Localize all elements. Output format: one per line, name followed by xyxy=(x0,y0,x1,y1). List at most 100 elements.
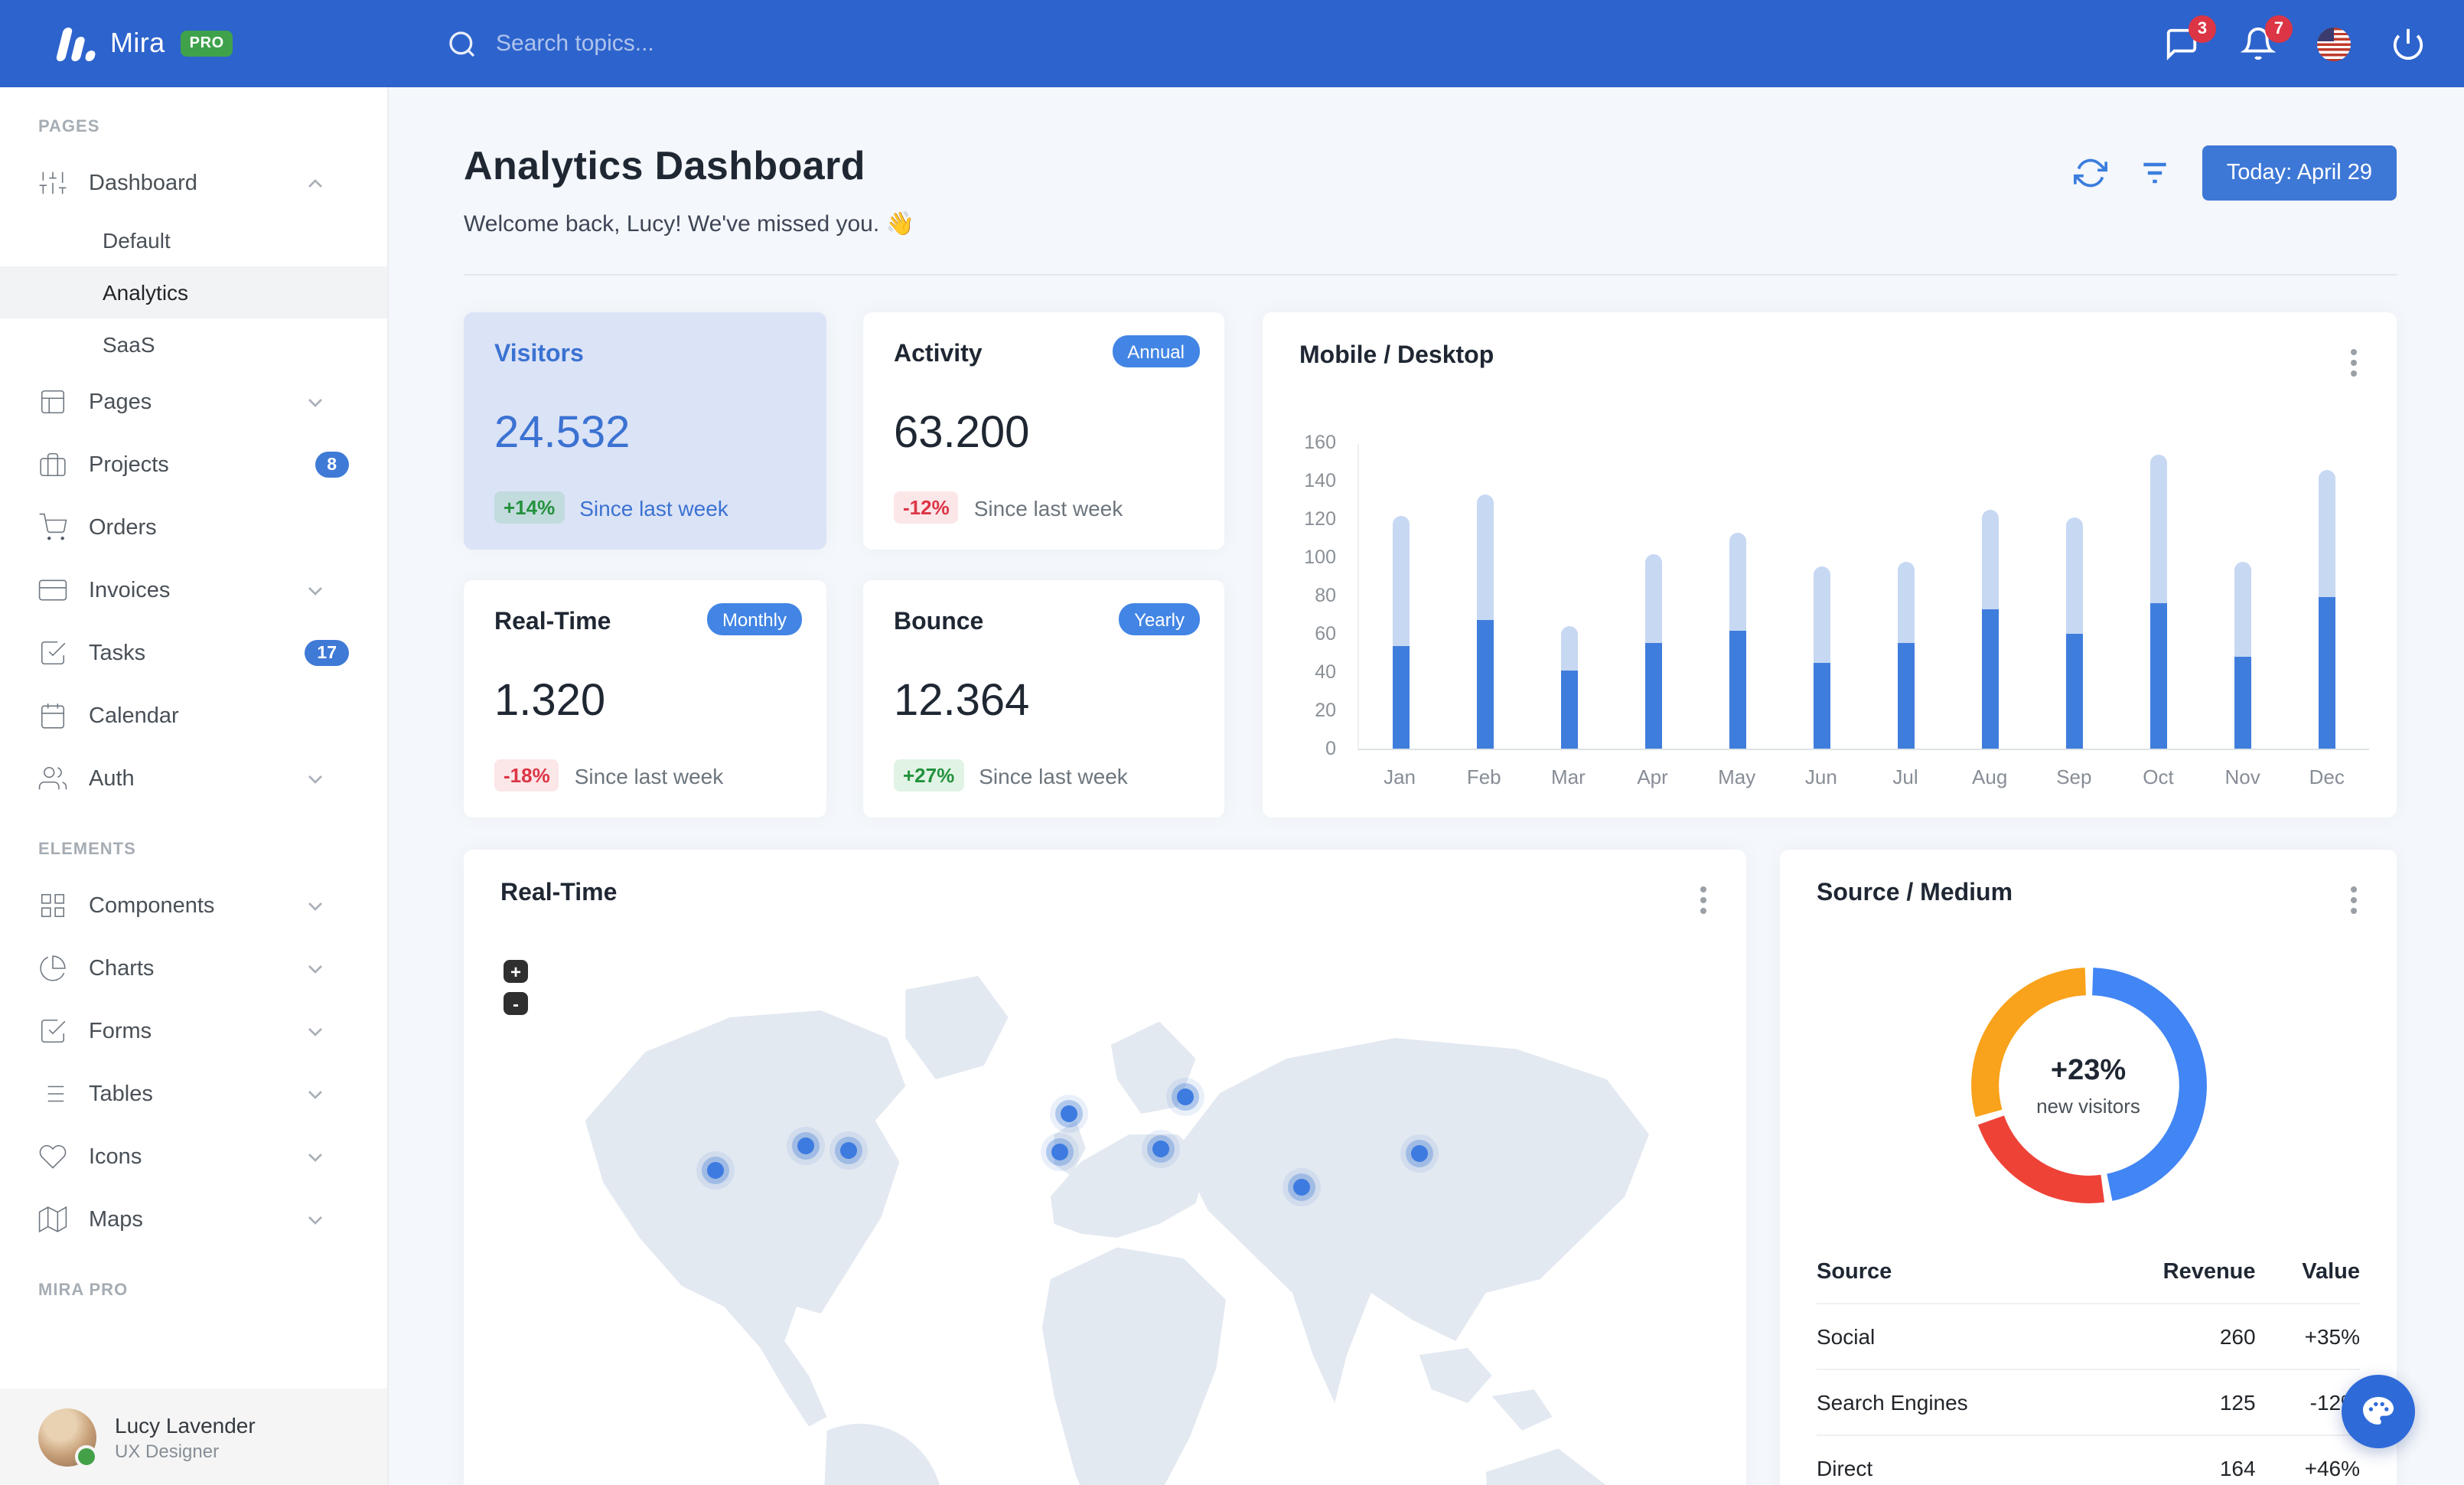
x-tick-label: Feb xyxy=(1466,765,1501,788)
palette-icon xyxy=(2363,1397,2394,1425)
sidebar-item-maps[interactable]: Maps xyxy=(0,1188,387,1251)
sidebar-item-forms[interactable]: Forms xyxy=(0,1000,387,1062)
refresh-icon[interactable] xyxy=(2073,156,2107,190)
sidebar-item-saas[interactable]: SaaS xyxy=(0,318,387,370)
bar-group xyxy=(1948,509,2032,749)
x-tick-label: Jun xyxy=(1804,765,1837,788)
pro-badge: PRO xyxy=(180,31,233,57)
more-options-icon[interactable] xyxy=(2348,880,2360,920)
messages-count-badge: 3 xyxy=(2189,15,2216,42)
sidebar-item-invoices[interactable]: Invoices xyxy=(0,559,387,622)
map-marker[interactable] xyxy=(1152,1141,1169,1157)
column-header-revenue: Revenue xyxy=(2163,1260,2256,1284)
chevron-down-icon xyxy=(308,586,323,595)
stat-card-realtime: Real-Time Monthly 1.320 -18% Since last … xyxy=(464,580,826,818)
theme-settings-button[interactable] xyxy=(2342,1375,2415,1448)
projects-count-badge: 8 xyxy=(315,452,349,478)
bar-group xyxy=(1527,626,1612,749)
notifications-button[interactable]: 7 xyxy=(2241,15,2293,62)
x-tick-label: Dec xyxy=(2309,765,2345,788)
x-tick-label: May xyxy=(1718,765,1756,788)
date-range-button[interactable]: Today: April 29 xyxy=(2202,145,2397,201)
sidebar-item-pages[interactable]: Pages xyxy=(0,370,387,433)
user-name: Lucy Lavender xyxy=(115,1412,256,1437)
bar-group xyxy=(1780,566,1864,749)
sidebar-item-orders[interactable]: Orders xyxy=(0,496,387,559)
credit-card-icon xyxy=(38,579,67,601)
sidebar-item-default[interactable]: Default xyxy=(0,214,387,266)
brand-name: Mira xyxy=(110,28,165,58)
sidebar-item-components[interactable]: Components xyxy=(0,874,387,937)
sidebar-item-auth[interactable]: Auth xyxy=(0,747,387,810)
avatar xyxy=(38,1408,98,1467)
stat-value: 1.320 xyxy=(494,677,606,726)
sidebar-item-icons[interactable]: Icons xyxy=(0,1125,387,1188)
more-options-icon[interactable] xyxy=(2348,343,2360,383)
app-root: Mira PRO 3 7 Pages Dashboard xyxy=(0,0,2464,1485)
header-actions: Today: April 29 xyxy=(2073,145,2397,201)
power-icon xyxy=(2393,26,2423,60)
sidebar-user[interactable]: Lucy Lavender UX Designer xyxy=(0,1389,387,1485)
brand[interactable]: Mira PRO xyxy=(0,27,389,60)
period-pill[interactable]: Yearly xyxy=(1119,603,1200,635)
calendar-icon xyxy=(41,703,65,729)
pie-chart-icon xyxy=(40,955,66,981)
map-zoom-in-button[interactable]: + xyxy=(504,960,528,983)
layout-icon xyxy=(41,390,65,414)
sidebar-item-charts[interactable]: Charts xyxy=(0,937,387,1000)
table-row: Social 260 +35% xyxy=(1817,1303,2360,1369)
sign-out-button[interactable] xyxy=(2391,25,2427,62)
bar-group xyxy=(1864,561,1948,749)
language-flag-us[interactable] xyxy=(2317,27,2351,60)
delta-badge: -12% xyxy=(894,491,959,524)
filter-icon[interactable] xyxy=(2138,156,2172,190)
realtime-map-card: Real-Time + - xyxy=(464,850,1746,1485)
bar-group xyxy=(1443,494,1527,749)
delta-badge: +27% xyxy=(894,759,964,791)
stat-value: 63.200 xyxy=(894,409,1030,458)
bar-group xyxy=(1359,515,1443,749)
map-zoom-out-button[interactable]: - xyxy=(504,992,528,1015)
period-pill[interactable]: Monthly xyxy=(706,603,802,635)
main-content: Analytics Dashboard Welcome back, Lucy! … xyxy=(389,87,2464,1485)
stat-value: 24.532 xyxy=(494,409,631,458)
sidebar-item-projects[interactable]: Projects 8 xyxy=(0,433,387,496)
map-marker[interactable] xyxy=(706,1161,724,1179)
map-marker[interactable] xyxy=(1060,1105,1077,1122)
top-row: Visitors 24.532 +14% Since last week Act… xyxy=(464,312,2397,818)
bar-chart-y-axis: 0 20 40 60 80 100 120 140 160 xyxy=(1299,432,1345,759)
map-icon xyxy=(38,1206,67,1232)
check-square-icon xyxy=(41,1019,66,1043)
sidebar-item-analytics[interactable]: Analytics xyxy=(0,266,387,318)
y-tick-label: 40 xyxy=(1315,661,1336,683)
user-role: UX Designer xyxy=(115,1440,220,1461)
sidebar-item-dashboard[interactable]: Dashboard xyxy=(0,152,387,214)
table-row: Direct 164 +46% xyxy=(1817,1434,2360,1485)
search-input[interactable] xyxy=(496,31,955,57)
sliders-icon xyxy=(38,171,67,195)
map-marker[interactable] xyxy=(797,1137,815,1154)
more-options-icon[interactable] xyxy=(1697,880,1709,920)
bar-group xyxy=(2201,561,2285,749)
stat-card-visitors: Visitors 24.532 +14% Since last week xyxy=(464,312,826,550)
period-pill[interactable]: Annual xyxy=(1112,335,1200,367)
briefcase-icon xyxy=(40,452,66,477)
x-tick-label: Oct xyxy=(2143,765,2174,788)
stat-caption: Since last week xyxy=(979,763,1128,788)
sidebar-item-tables[interactable]: Tables xyxy=(0,1062,387,1125)
stat-caption: Since last week xyxy=(574,763,724,788)
world-map: + - xyxy=(500,942,1709,1485)
map-card-title: Real-Time xyxy=(500,880,618,906)
stat-caption: Since last week xyxy=(579,495,728,520)
map-marker[interactable] xyxy=(1177,1088,1195,1105)
sidebar-item-calendar[interactable]: Calendar xyxy=(0,684,387,747)
x-tick-label: Apr xyxy=(1637,765,1668,788)
bar-chart: 0 20 40 60 80 100 120 140 160 Jan Feb Mar Apr May Jun… xyxy=(1299,432,2369,788)
messages-button[interactable]: 3 xyxy=(2164,15,2216,62)
mira-logo-icon xyxy=(55,27,96,60)
sidebar-item-tasks[interactable]: Tasks 17 xyxy=(0,622,387,684)
bottom-row: Real-Time + - Source / Medium +23% new v… xyxy=(464,850,2397,1485)
y-tick-label: 100 xyxy=(1304,547,1336,568)
column-header-source: Source xyxy=(1817,1260,1892,1284)
x-tick-label: Jul xyxy=(1892,765,1918,788)
